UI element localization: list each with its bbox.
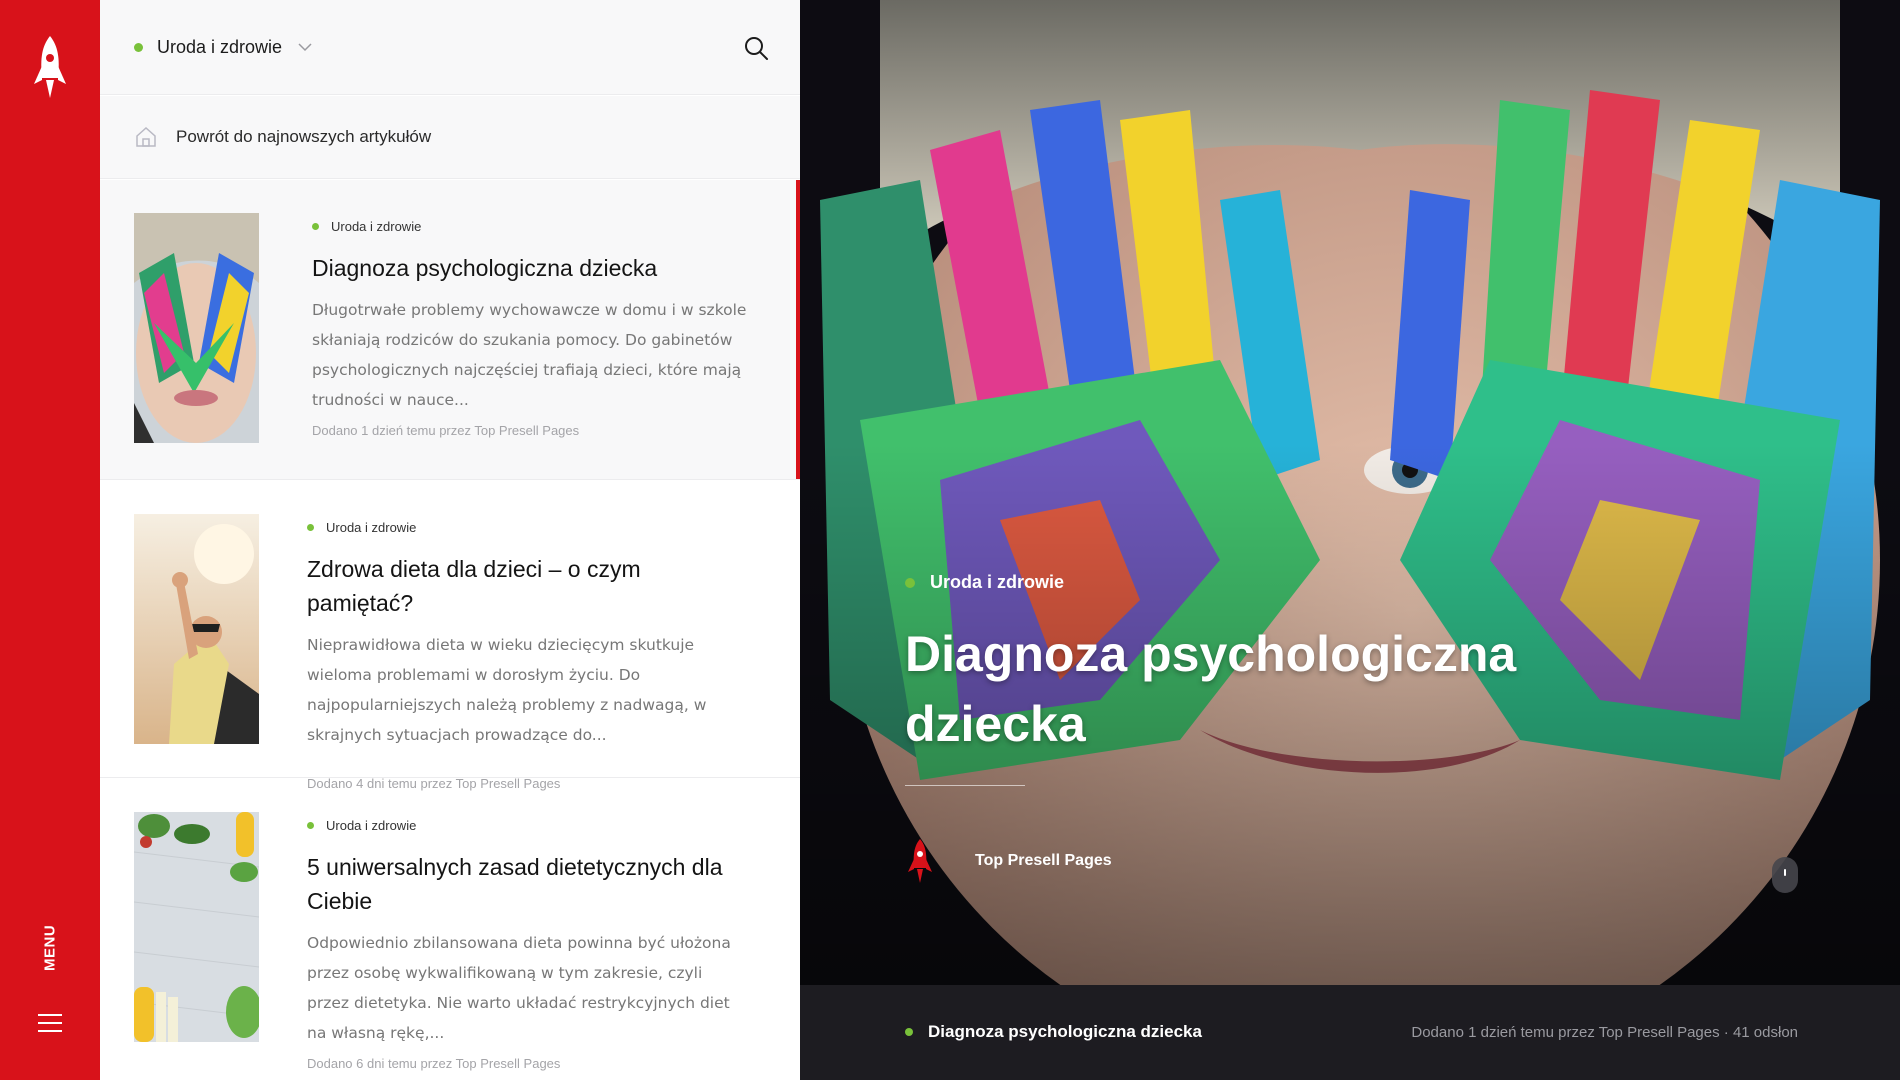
category-dot	[905, 577, 915, 588]
article-title[interactable]: Zdrowa dieta dla dzieci – o czym pamięta…	[307, 552, 747, 620]
article-thumbnail	[134, 514, 259, 744]
scroll-indicator-icon[interactable]	[1772, 857, 1798, 893]
home-icon	[136, 126, 156, 147]
article-category-label: Uroda i zdrowie	[331, 218, 422, 234]
hero-category-label: Uroda i zdrowie	[930, 572, 1065, 592]
hero-category[interactable]: Uroda i zdrowie	[905, 572, 1605, 593]
article-title[interactable]: 5 uniwersalnych zasad dietetycznych dla …	[307, 850, 747, 918]
article-meta: Dodano 1 dzień temu przez Top Presell Pa…	[312, 423, 580, 438]
search-icon[interactable]	[742, 34, 770, 62]
article-thumbnail	[134, 812, 259, 1042]
hero-text: Uroda i zdrowie Diagnoza psychologiczna …	[905, 572, 1605, 786]
back-to-latest-link[interactable]: Powrót do najnowszych artykułów	[100, 96, 800, 179]
article-title[interactable]: Diagnoza psychologiczna dziecka	[312, 251, 752, 285]
category-dot	[307, 523, 314, 531]
category-dot	[307, 821, 314, 829]
hero-author[interactable]: Top Presell Pages	[905, 838, 1112, 884]
category-dot	[905, 1028, 913, 1036]
category-dropdown-label: Uroda i zdrowie	[157, 36, 283, 57]
article-list-panel: Uroda i zdrowie Powrót do najnowszych ar…	[100, 0, 800, 1080]
article-excerpt: Nieprawidłowa dieta w wieku dziecięcym s…	[307, 636, 707, 744]
top-bar: Uroda i zdrowie	[100, 0, 800, 95]
article-category-label: Uroda i zdrowie	[326, 817, 417, 833]
article-item[interactable]: Uroda i zdrowie Diagnoza psychologiczna …	[100, 180, 800, 480]
category-dot	[312, 222, 319, 230]
article-category[interactable]: Uroda i zdrowie	[312, 217, 752, 235]
category-dropdown[interactable]: Uroda i zdrowie	[134, 34, 312, 60]
back-link-label: Powrót do najnowszych artykułów	[176, 127, 432, 146]
category-dot	[134, 42, 143, 52]
rocket-icon[interactable]	[30, 34, 70, 102]
footer-title-label: Diagnoza psychologiczna dziecka	[928, 1022, 1202, 1041]
article-meta: Dodano 6 dni temu przez Top Presell Page…	[307, 1056, 561, 1071]
footer-article-title[interactable]: Diagnoza psychologiczna dziecka	[905, 1022, 1202, 1042]
article-item[interactable]: Uroda i zdrowie Zdrowa dieta dla dzieci …	[100, 481, 800, 791]
article-category[interactable]: Uroda i zdrowie	[307, 518, 747, 536]
article-excerpt: Długotrwałe problemy wychowawcze w domu …	[312, 301, 747, 409]
article-category-label: Uroda i zdrowie	[326, 519, 417, 535]
rocket-icon	[908, 839, 932, 883]
article-category[interactable]: Uroda i zdrowie	[307, 816, 747, 834]
footer-article-meta: Dodano 1 dzień temu przez Top Presell Pa…	[1411, 1024, 1798, 1041]
hamburger-icon[interactable]	[38, 1014, 62, 1034]
hero-author-name: Top Presell Pages	[975, 852, 1112, 869]
hero-footer-bar: Diagnoza psychologiczna dziecka Dodano 1…	[800, 985, 1900, 1080]
chevron-down-icon	[298, 42, 312, 51]
menu-label[interactable]: MENU	[34, 918, 66, 978]
hero-divider	[905, 785, 1025, 786]
article-excerpt: Odpowiednio zbilansowana dieta powinna b…	[307, 934, 731, 1042]
article-thumbnail	[134, 213, 259, 443]
hero-featured-article[interactable]: Uroda i zdrowie Diagnoza psychologiczna …	[800, 0, 1900, 985]
hero-title[interactable]: Diagnoza psychologiczna dziecka	[905, 619, 1605, 759]
side-rail: MENU	[0, 0, 100, 1080]
article-item[interactable]: Uroda i zdrowie 5 uniwersalnych zasad di…	[100, 779, 800, 1080]
